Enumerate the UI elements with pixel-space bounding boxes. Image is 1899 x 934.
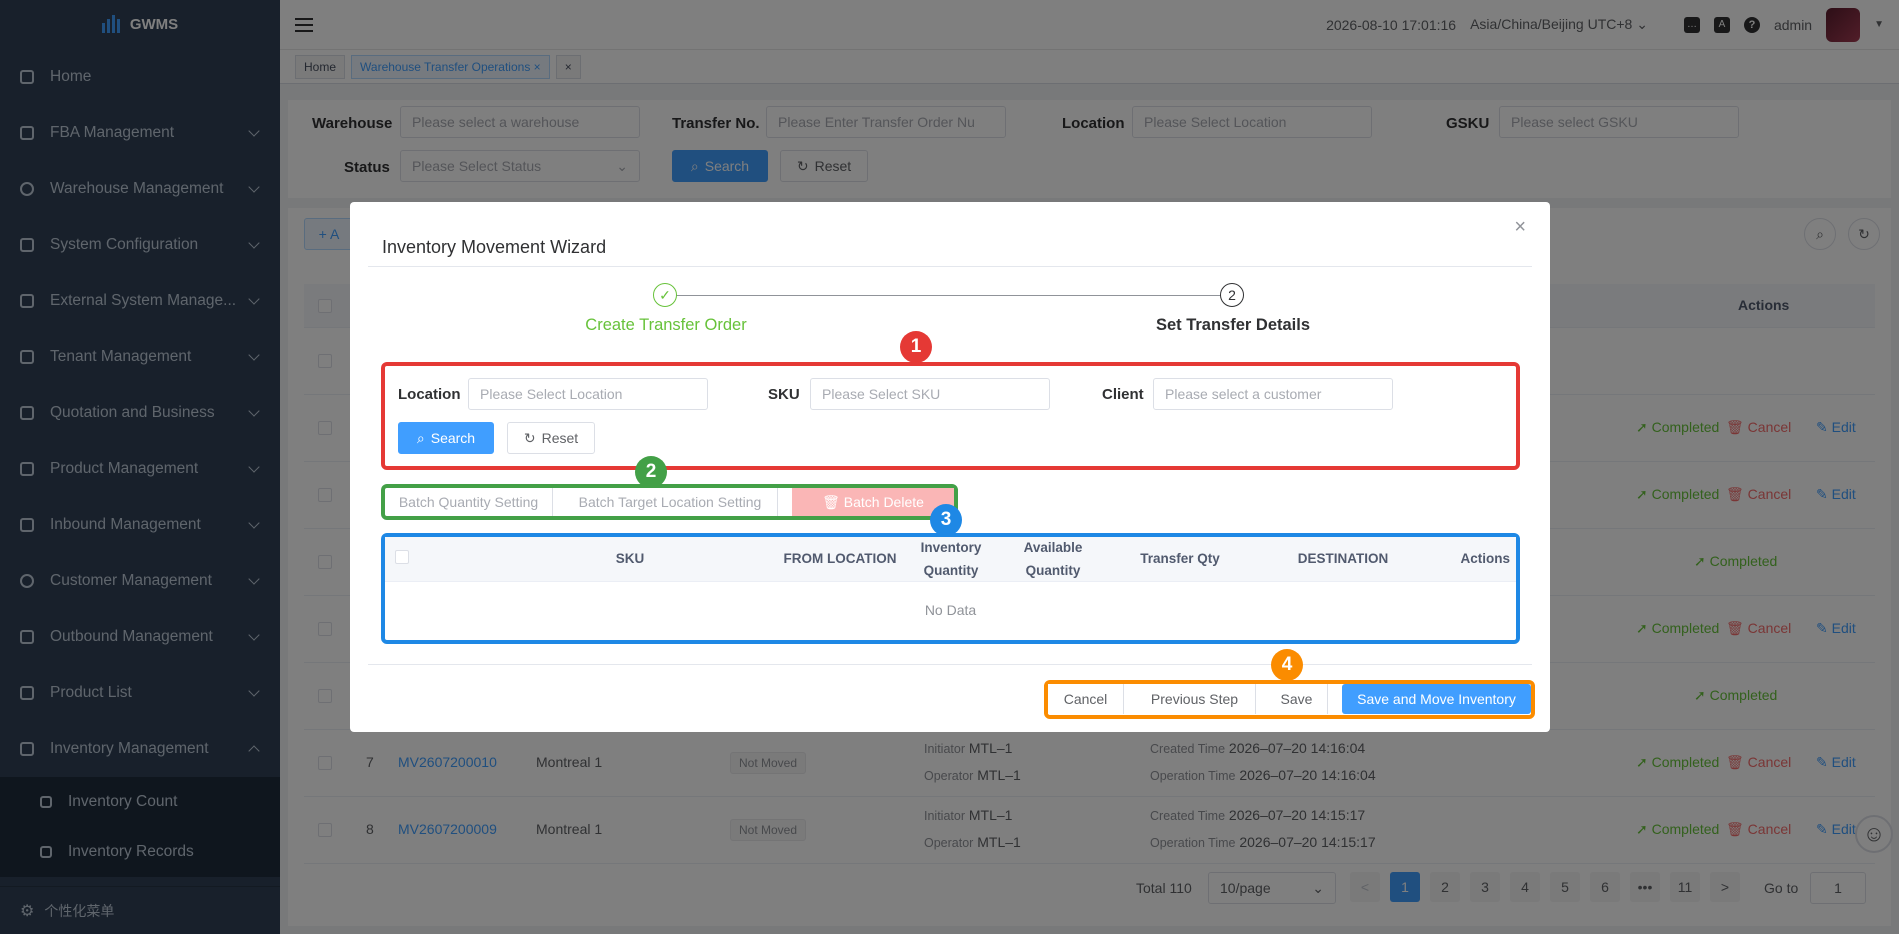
batch-quantity-button[interactable]: Batch Quantity Setting [385, 488, 553, 516]
empty-state: No Data [924, 602, 977, 618]
badge-number: 2 [645, 461, 657, 482]
batch-target-location-button[interactable]: Batch Target Location Setting [563, 488, 778, 516]
check-icon: ✓ [653, 283, 677, 307]
annotation-badge-1: 1 [900, 331, 932, 363]
dialog-sku-select[interactable]: Please Select SKU [810, 378, 1050, 410]
step-number: 2 [1228, 287, 1236, 303]
divider [368, 664, 1532, 665]
dialog-select-all-checkbox[interactable] [395, 550, 409, 564]
previous-step-button[interactable]: Previous Step [1134, 684, 1256, 714]
divider [368, 266, 1532, 267]
annotation-badge-3: 3 [930, 504, 962, 536]
save-button[interactable]: Save [1266, 684, 1328, 714]
refresh-icon: ↻ [523, 429, 536, 446]
step-number: ✓ [659, 286, 671, 303]
annotation-badge-2: 2 [635, 456, 667, 488]
button-label: Previous Step [1150, 691, 1239, 707]
dialog-location-select[interactable]: Please Select Location [468, 378, 708, 410]
steps-connector [675, 295, 1221, 296]
search-icon: ⌕ [416, 429, 425, 446]
inventory-qty-header: Inventory Quantity [920, 540, 982, 578]
from-location-header: FROM LOCATION [783, 551, 897, 566]
placeholder: Please select a customer [1165, 386, 1322, 402]
location-label: Location [398, 386, 461, 403]
step-2-title: Set Transfer Details [1155, 316, 1311, 334]
inventory-movement-dialog: Inventory Movement Wizard × ✓ 2 Create T… [350, 202, 1550, 732]
destination-header: DESTINATION [1297, 551, 1389, 566]
annotation-badge-4: 4 [1271, 649, 1303, 681]
trash-icon: 🗑 [822, 493, 840, 510]
available-qty-header: Available Quantity [1023, 540, 1083, 578]
button-label: Search [430, 430, 476, 446]
actions-header: Actions [1460, 551, 1510, 566]
step-2-circle: 2 [1220, 283, 1244, 307]
button-label: Save [1280, 691, 1313, 707]
button-label: Batch Target Location Setting [578, 494, 762, 510]
close-icon[interactable]: × [1514, 216, 1526, 239]
transfer-qty-header: Transfer Qty [1140, 551, 1220, 566]
button-label: Reset [541, 430, 579, 446]
badge-number: 1 [910, 336, 922, 357]
badge-number: 3 [940, 509, 952, 530]
button-label: Save and Move Inventory [1357, 691, 1516, 707]
button-label: Batch Delete [843, 494, 924, 510]
client-label: Client [1102, 386, 1144, 403]
dialog-title: Inventory Movement Wizard [382, 237, 607, 257]
placeholder: Please Select SKU [822, 386, 941, 402]
sku-header: SKU [615, 551, 645, 566]
step-1-title: Create Transfer Order [585, 316, 747, 334]
button-label: Cancel [1063, 691, 1108, 707]
batch-delete-button[interactable]: 🗑 Batch Delete [792, 488, 954, 516]
button-label: Batch Quantity Setting [398, 494, 539, 510]
dialog-search-button[interactable]: ⌕ Search [398, 422, 494, 454]
cancel-button[interactable]: Cancel [1048, 684, 1124, 714]
placeholder: Please Select Location [480, 386, 623, 402]
sku-label: SKU [768, 386, 800, 403]
dialog-reset-button[interactable]: ↻ Reset [507, 422, 595, 454]
dialog-client-select[interactable]: Please select a customer [1153, 378, 1393, 410]
badge-number: 4 [1281, 654, 1293, 675]
save-and-move-button[interactable]: Save and Move Inventory [1342, 684, 1531, 714]
